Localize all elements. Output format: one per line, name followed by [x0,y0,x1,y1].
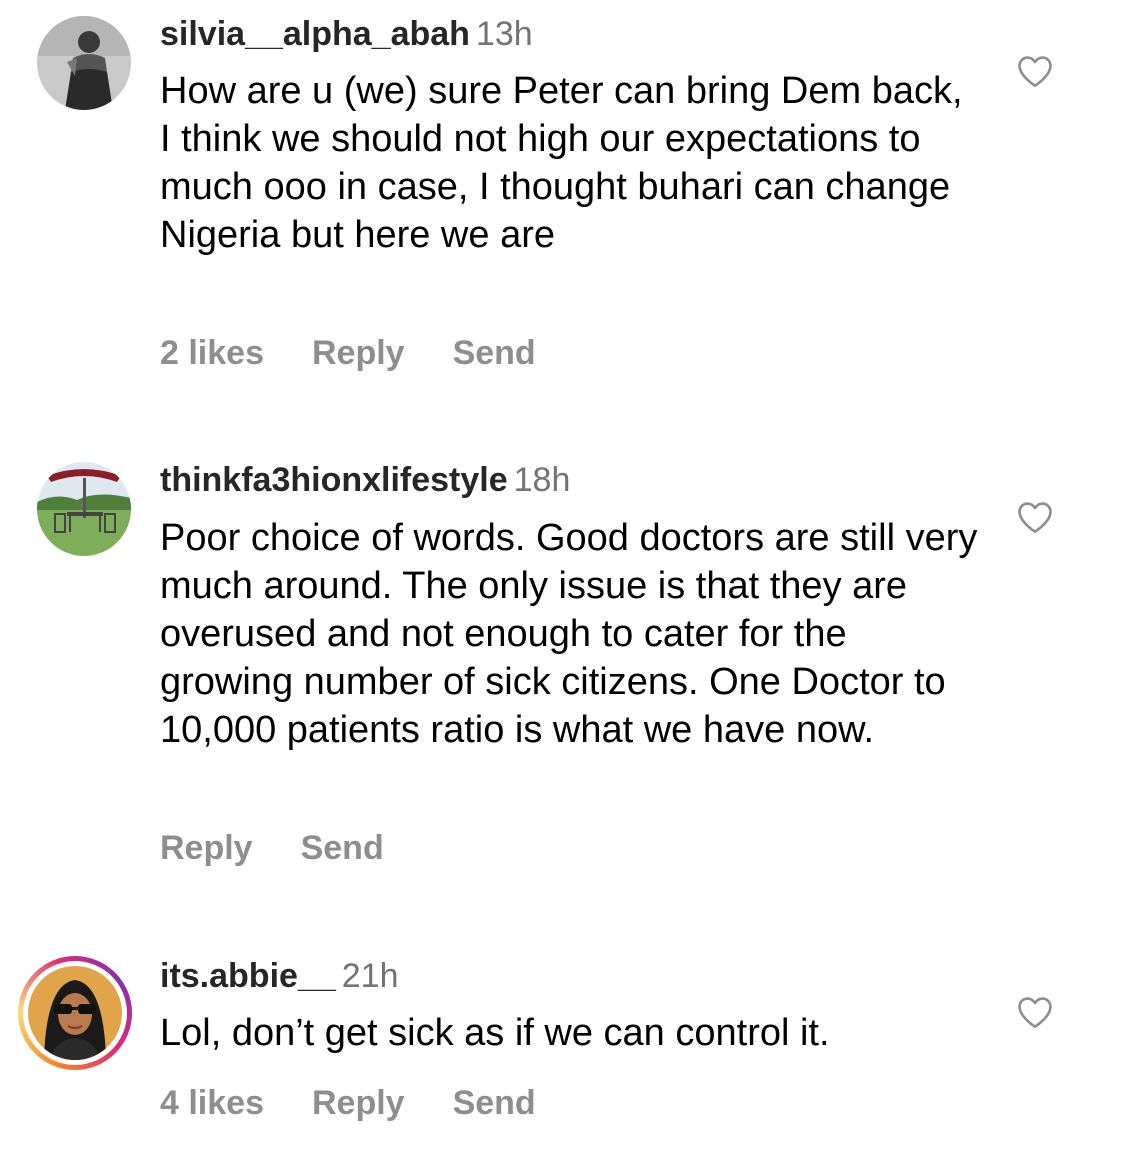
reply-button[interactable]: Reply [312,334,405,372]
avatar[interactable] [37,462,131,556]
send-button[interactable]: Send [301,829,384,867]
avatar[interactable] [37,16,131,110]
username[interactable]: silvia__alpha_abah [160,15,470,53]
comment-2: thinkfa3hionxlifestyle 18h Poor choice of… [0,400,1125,900]
avatar [28,966,122,1060]
comment-text: How are u (we) sure Peter can bring Dem … [160,70,963,256]
comment-text: Lol, don’t get sick as if we can control… [160,1012,830,1054]
comment-header: thinkfa3hionxlifestyle 18h [160,460,570,500]
username[interactable]: its.abbie__ [160,957,336,995]
comment-header: silvia__alpha_abah 13h [160,14,533,54]
comment-3: its.abbie__ 21h Lol, don’t get sick as if… [0,900,1125,1163]
reply-button[interactable]: Reply [312,1084,405,1122]
likes-count[interactable]: 2 likes [160,334,264,372]
comment-text: Poor choice of words. Good doctors are s… [160,517,978,751]
comment-actions: 2 likes Reply Send [160,333,584,373]
heart-outline-icon[interactable] [1016,500,1054,534]
heart-outline-icon[interactable] [1016,54,1054,88]
username[interactable]: thinkfa3hionxlifestyle [160,461,508,499]
heart-outline-icon[interactable] [1016,995,1054,1029]
likes-count[interactable]: 4 likes [160,1084,264,1122]
profile-photo-icon [37,462,131,556]
comment-actions: 4 likes Reply Send [160,1083,584,1123]
profile-photo-icon [37,16,131,110]
timestamp: 18h [513,461,571,499]
timestamp: 21h [341,957,399,995]
send-button[interactable]: Send [453,334,536,372]
comment-header: its.abbie__ 21h [160,956,398,996]
comment-actions: Reply Send [160,828,432,868]
reply-button[interactable]: Reply [160,829,253,867]
story-ring[interactable] [18,956,132,1070]
profile-photo-icon [28,966,122,1060]
comment-1: silvia__alpha_abah 13h How are u (we) sur… [0,0,1125,400]
timestamp: 13h [475,15,533,53]
send-button[interactable]: Send [453,1084,536,1122]
